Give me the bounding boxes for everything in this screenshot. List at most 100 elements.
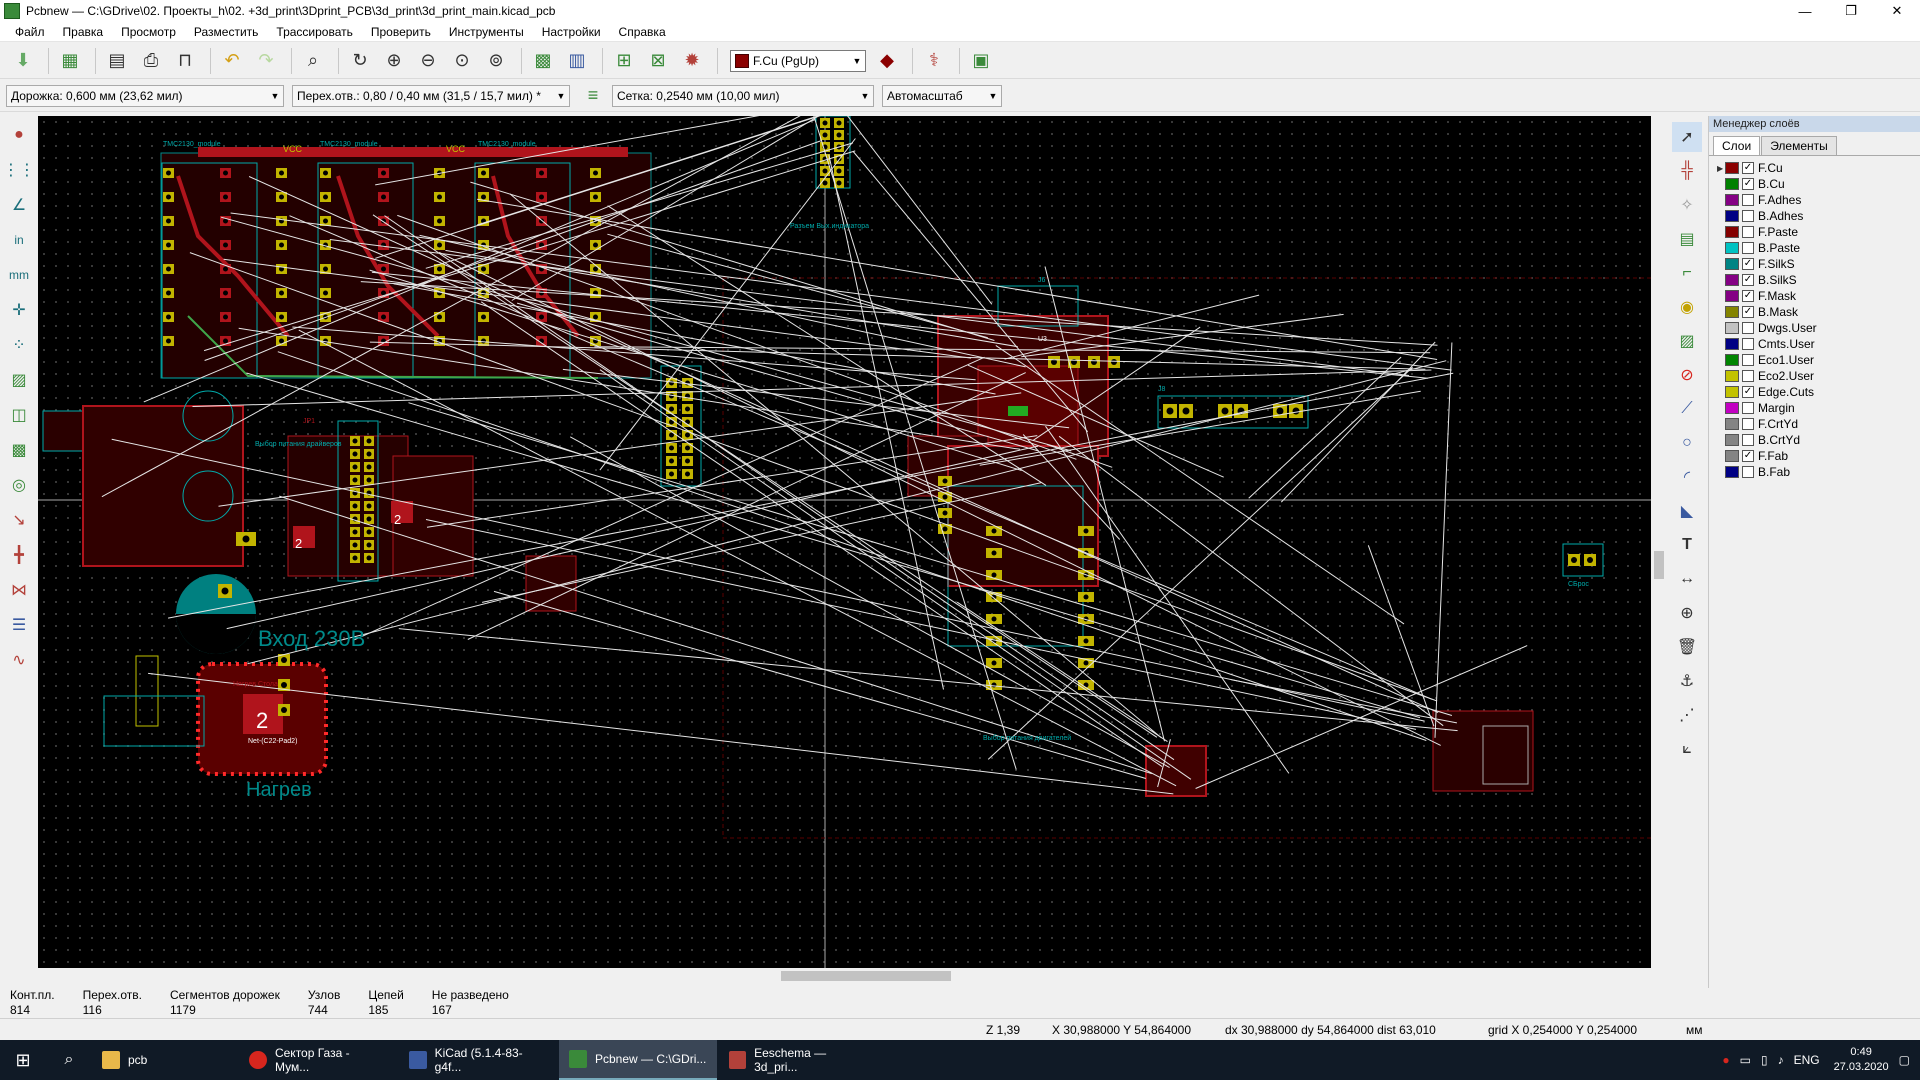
layer-color-swatch[interactable] xyxy=(1725,322,1739,334)
board-setup-icon[interactable]: ▦ xyxy=(55,46,85,76)
layer-visibility-checkbox[interactable]: ✓ xyxy=(1742,306,1754,318)
scroll-thumb[interactable] xyxy=(1654,551,1664,579)
layer-visibility-checkbox[interactable] xyxy=(1742,370,1754,382)
layer-visibility-checkbox[interactable] xyxy=(1742,242,1754,254)
footprint-viewer-icon[interactable]: ▥ xyxy=(562,46,592,76)
layer-color-swatch[interactable] xyxy=(1725,338,1739,350)
language-indicator[interactable]: ENG xyxy=(1794,1053,1820,1067)
layer-visibility-checkbox[interactable]: ✓ xyxy=(1742,290,1754,302)
zone-add-icon[interactable]: ▨ xyxy=(1672,326,1702,356)
drc-bug-icon[interactable]: ✹ xyxy=(677,46,707,76)
layer-row-f-cu[interactable]: ▶ ✓ F.Cu xyxy=(1717,160,1920,176)
zoom-fit-icon[interactable]: ⊙ xyxy=(447,46,477,76)
tray-battery-icon[interactable]: ▯ xyxy=(1761,1053,1768,1067)
menu-view[interactable]: Просмотр xyxy=(112,22,185,42)
layer-select[interactable]: F.Cu (PgUp) ▼ xyxy=(730,49,866,72)
layer-color-swatch[interactable] xyxy=(1725,418,1739,430)
layer-row-f-adhes[interactable]: F.Adhes xyxy=(1717,192,1920,208)
layer-visibility-checkbox[interactable] xyxy=(1742,338,1754,350)
footprint-editor-icon[interactable]: ▩ xyxy=(528,46,558,76)
layer-row-b-cu[interactable]: ✓ B.Cu xyxy=(1717,176,1920,192)
tray-volume-icon[interactable]: ♪ xyxy=(1778,1053,1784,1067)
layer-row-f-silks[interactable]: ✓ F.SilkS xyxy=(1717,256,1920,272)
layer-visibility-checkbox[interactable] xyxy=(1742,210,1754,222)
layer-color-swatch[interactable] xyxy=(1725,402,1739,414)
add-footprint-icon[interactable]: ╬ xyxy=(1672,156,1702,186)
menu-file[interactable]: Файл xyxy=(6,22,54,42)
redo-icon[interactable]: ↷ xyxy=(251,46,281,76)
polar-icon[interactable]: ∠ xyxy=(4,190,34,220)
pcb-canvas[interactable]: VCC VCC TMC2130_module TMC2130_module TM… xyxy=(38,116,1651,968)
page-settings-icon[interactable]: ▤ xyxy=(102,46,132,76)
layer-visibility-checkbox[interactable]: ✓ xyxy=(1742,386,1754,398)
menu-help[interactable]: Справка xyxy=(610,22,675,42)
layer-visibility-checkbox[interactable]: ✓ xyxy=(1742,178,1754,190)
layer-visibility-checkbox[interactable]: ✓ xyxy=(1742,162,1754,174)
zone-outline-icon[interactable]: ◫ xyxy=(4,400,34,430)
menu-tools[interactable]: Инструменты xyxy=(440,22,533,42)
zoom-out-icon[interactable]: ⊖ xyxy=(413,46,443,76)
layer-visibility-checkbox[interactable] xyxy=(1742,418,1754,430)
line-icon[interactable]: ⟋ xyxy=(1672,394,1702,424)
taskbar-item-opera[interactable]: Сектор Газа - Мум... xyxy=(239,1040,397,1080)
layer-color-swatch[interactable] xyxy=(1725,386,1739,398)
select-icon[interactable]: ➚ xyxy=(1672,122,1702,152)
zone-icon[interactable]: ▨ xyxy=(4,365,34,395)
tray-network-icon[interactable]: ▭ xyxy=(1740,1053,1751,1067)
circle-icon[interactable]: ○ xyxy=(1672,428,1702,458)
diff-route-icon[interactable]: ⌐ xyxy=(1672,258,1702,288)
layer-row-f-crtyd[interactable]: F.CrtYd xyxy=(1717,416,1920,432)
layer-color-swatch[interactable] xyxy=(1725,306,1739,318)
netlist-icon[interactable]: ⊞ xyxy=(609,46,639,76)
refresh-icon[interactable]: ↻ xyxy=(345,46,375,76)
layer-visibility-checkbox[interactable]: ✓ xyxy=(1742,258,1754,270)
menu-edit[interactable]: Правка xyxy=(54,22,113,42)
plot-icon[interactable]: ⊓ xyxy=(170,46,200,76)
layer-pair-icon[interactable]: ◆ xyxy=(872,46,902,76)
track-icon[interactable]: ↘ xyxy=(4,505,34,535)
layer-color-swatch[interactable] xyxy=(1725,242,1739,254)
measure-icon[interactable]: ⟀ xyxy=(1672,734,1702,764)
clock[interactable]: 0:49 27.03.2020 xyxy=(1834,1045,1889,1075)
zoom-selection-icon[interactable]: ⊚ xyxy=(481,46,511,76)
taskbar-item-eeschema[interactable]: Eeschema — 3d_pri... xyxy=(719,1040,877,1080)
layer-color-swatch[interactable] xyxy=(1725,178,1739,190)
notifications-icon[interactable]: ▢ xyxy=(1899,1053,1910,1067)
grid-origin-icon[interactable]: ⋰ xyxy=(1672,700,1702,730)
layer-color-swatch[interactable] xyxy=(1725,450,1739,462)
highlight-net-icon[interactable]: ✧ xyxy=(1672,190,1702,220)
zone-fill-icon[interactable]: ▩ xyxy=(4,435,34,465)
zoom-select[interactable]: Автомасштаб ▼ xyxy=(882,84,1002,107)
layer-color-swatch[interactable] xyxy=(1725,210,1739,222)
layer-row-f-fab[interactable]: ✓ F.Fab xyxy=(1717,448,1920,464)
maximize-button[interactable]: ❐ xyxy=(1828,0,1874,22)
layer-color-swatch[interactable] xyxy=(1725,354,1739,366)
menu-inspect[interactable]: Проверить xyxy=(362,22,440,42)
layer-visibility-checkbox[interactable] xyxy=(1742,354,1754,366)
layer-color-swatch[interactable] xyxy=(1725,274,1739,286)
undo-icon[interactable]: ↶ xyxy=(217,46,247,76)
ratsnest-icon[interactable]: ⁘ xyxy=(4,330,34,360)
layer-color-swatch[interactable] xyxy=(1725,162,1739,174)
layer-visibility-checkbox[interactable] xyxy=(1742,322,1754,334)
layer-row-b-fab[interactable]: B.Fab xyxy=(1717,464,1920,480)
via-add-icon[interactable]: ◉ xyxy=(1672,292,1702,322)
layer-row-b-mask[interactable]: ✓ B.Mask xyxy=(1717,304,1920,320)
polygon-icon[interactable]: ◣ xyxy=(1672,496,1702,526)
taskbar-item-pcb[interactable]: pcb xyxy=(92,1040,237,1080)
layer-color-swatch[interactable] xyxy=(1725,466,1739,478)
menu-preferences[interactable]: Настройки xyxy=(533,22,610,42)
search-icon[interactable]: ⌕ xyxy=(46,1040,92,1080)
inch-icon[interactable]: in xyxy=(4,225,34,255)
layer-row-cmts-user[interactable]: Cmts.User xyxy=(1717,336,1920,352)
anchor-icon[interactable]: ⚓ xyxy=(1672,666,1702,696)
layer-row-b-silks[interactable]: ✓ B.SilkS xyxy=(1717,272,1920,288)
layer-row-f-paste[interactable]: F.Paste xyxy=(1717,224,1920,240)
layer-row-dwgs-user[interactable]: Dwgs.User xyxy=(1717,320,1920,336)
tray-app-icon[interactable]: ● xyxy=(1722,1053,1729,1067)
scroll-thumb[interactable] xyxy=(781,971,951,981)
update-pcb-icon[interactable]: ⊠ xyxy=(643,46,673,76)
layer-visibility-checkbox[interactable] xyxy=(1742,434,1754,446)
layer-row-b-paste[interactable]: B.Paste xyxy=(1717,240,1920,256)
layer-row-f-mask[interactable]: ✓ F.Mask xyxy=(1717,288,1920,304)
